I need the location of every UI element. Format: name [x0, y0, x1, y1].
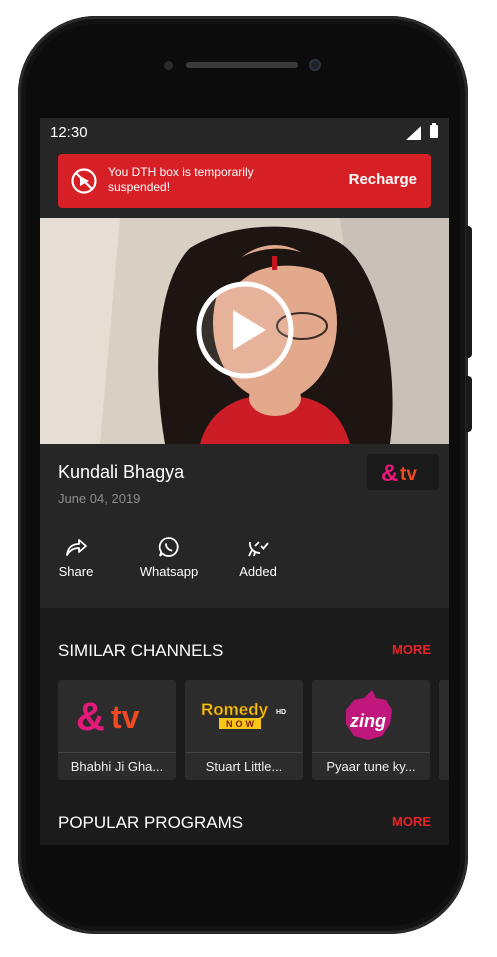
popular-programs-title: POPULAR PROGRAMS [58, 813, 244, 832]
share-button[interactable]: Share [54, 536, 98, 579]
andtv-logo: & tv [381, 460, 417, 487]
blocked-icon [71, 168, 97, 194]
video-thumbnail [40, 218, 449, 444]
program-title: Kundali Bhagya [58, 462, 185, 482]
share-icon [66, 539, 87, 556]
andtv-channel-logo: & tv [58, 680, 176, 752]
sensor-dot [164, 61, 173, 70]
front-camera [309, 59, 321, 71]
program-date: June 04, 2019 [58, 491, 141, 506]
battery-icon [430, 123, 438, 138]
channel-card-label: Stuart Little... [185, 752, 303, 780]
status-bar: 12:30 [40, 118, 449, 144]
satellite-check-icon [248, 541, 269, 557]
whatsapp-icon [158, 537, 179, 557]
share-label: Share [58, 564, 94, 579]
romedy-now-logo: Romedy HD NOW [185, 680, 303, 752]
recharge-button[interactable]: Recharge [349, 171, 417, 188]
channel-card-partial[interactable] [439, 680, 449, 780]
zing-logo: zing [312, 680, 430, 752]
app-screen: 12:30 You DTH box is temporarily suspend… [40, 118, 449, 845]
whatsapp-label: Whatsapp [139, 564, 199, 579]
svg-text:&: & [76, 695, 105, 739]
earpiece-speaker [186, 62, 298, 68]
whatsapp-button[interactable]: Whatsapp [134, 536, 204, 579]
status-time: 12:30 [50, 124, 88, 141]
power-button [466, 376, 472, 432]
channel-card[interactable]: zing Pyaar tune ky... [312, 680, 430, 780]
similar-channels-title: SIMILAR CHANNELS [58, 641, 224, 660]
svg-text:Romedy: Romedy [201, 700, 269, 719]
video-player[interactable] [40, 218, 449, 444]
channel-logo[interactable]: & tv [367, 454, 439, 490]
svg-text:zing: zing [349, 711, 386, 731]
channel-card[interactable]: & tv Bhabhi Ji Gha... [58, 680, 176, 780]
channel-card-label: Pyaar tune ky... [312, 752, 430, 780]
signal-icon [406, 126, 421, 140]
svg-text:&: & [381, 460, 398, 487]
svg-text:HD: HD [276, 709, 286, 716]
popular-programs-more-link[interactable]: MORE [392, 814, 431, 829]
svg-text:tv: tv [400, 464, 417, 485]
suspension-alert-banner: You DTH box is temporarily suspended! Re… [58, 154, 431, 208]
added-label: Added [239, 564, 277, 579]
alert-message: You DTH box is temporarily suspended! [108, 165, 254, 194]
recommendations-section: SIMILAR CHANNELS MORE & tv Bhabhi Ji Gha… [40, 608, 449, 845]
channel-card[interactable]: Romedy HD NOW Stuart Little... [185, 680, 303, 780]
volume-button [466, 226, 472, 358]
action-bar: Share Whatsapp Added [40, 536, 449, 596]
channel-card-label: Bhabhi Ji Gha... [58, 752, 176, 780]
added-button[interactable]: Added [236, 536, 280, 579]
svg-text:NOW: NOW [226, 719, 257, 729]
svg-text:tv: tv [111, 699, 140, 735]
similar-channels-more-link[interactable]: MORE [392, 642, 431, 657]
